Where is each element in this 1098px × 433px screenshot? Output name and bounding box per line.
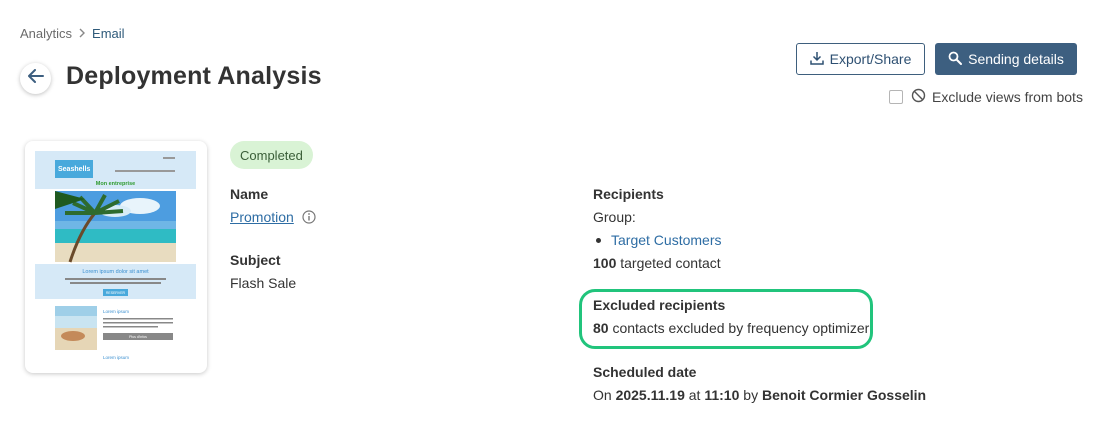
excluded-label: Excluded recipients bbox=[593, 297, 726, 313]
name-value-row: Promotion bbox=[230, 209, 316, 227]
thumb-brand: Seashells bbox=[58, 166, 90, 173]
scheduled-at: at bbox=[688, 387, 701, 403]
sending-details-button[interactable]: Sending details bbox=[935, 43, 1077, 75]
breadcrumb: Analytics Email bbox=[20, 26, 125, 41]
list-item: Target Customers bbox=[596, 232, 721, 248]
exclude-bots-label: Exclude views from bots bbox=[932, 89, 1083, 105]
excluded-count-row: 80 contacts excluded by frequency optimi… bbox=[593, 320, 869, 336]
group-link-target-customers[interactable]: Target Customers bbox=[611, 232, 721, 248]
subject-value: Flash Sale bbox=[230, 275, 297, 291]
thumb-more-button: Plus d'infos bbox=[129, 335, 147, 339]
recipients-count: 100 bbox=[593, 255, 617, 271]
scheduled-time: 11:10 bbox=[704, 387, 740, 403]
thumb-article-title: Lorem ipsum bbox=[103, 309, 129, 314]
arrow-left-icon bbox=[27, 69, 44, 88]
campaign-name-link[interactable]: Promotion bbox=[230, 209, 294, 225]
scheduled-prefix: On bbox=[593, 387, 612, 403]
page-title: Deployment Analysis bbox=[66, 62, 322, 90]
recipients-count-row: 100 targeted contact bbox=[593, 255, 721, 271]
download-icon bbox=[809, 51, 824, 68]
thumb-footer-title: Lorem ipsum bbox=[103, 355, 129, 360]
scheduled-date: 2025.11.19 bbox=[615, 387, 685, 403]
thumb-button: RESERVER bbox=[106, 291, 126, 295]
exclude-bots-row: Exclude views from bots bbox=[889, 88, 1083, 106]
breadcrumb-email[interactable]: Email bbox=[92, 26, 125, 41]
info-icon[interactable] bbox=[302, 210, 316, 227]
recipients-group-label: Group: bbox=[593, 209, 636, 225]
recipients-label: Recipients bbox=[593, 186, 664, 202]
export-share-label: Export/Share bbox=[829, 51, 912, 67]
chevron-right-icon bbox=[78, 27, 86, 41]
block-icon bbox=[911, 88, 926, 106]
sending-details-label: Sending details bbox=[968, 51, 1064, 67]
search-icon bbox=[948, 51, 963, 68]
thumb-heading: Mon entreprise bbox=[96, 181, 135, 187]
thumb-lorem-heading: Lorem ipsum dolor sit amet bbox=[82, 269, 149, 275]
name-label: Name bbox=[230, 186, 269, 202]
exclude-bots-checkbox[interactable] bbox=[889, 90, 903, 104]
excluded-count: 80 bbox=[593, 320, 609, 336]
scheduled-label: Scheduled date bbox=[593, 364, 697, 380]
email-preview-card[interactable]: Seashells Mon entreprise Lorem ipsum dol… bbox=[25, 141, 207, 373]
scheduled-value-row: On 2025.11.19 at 11:10 by Benoit Cormier… bbox=[593, 387, 926, 403]
subject-label: Subject bbox=[230, 252, 281, 268]
export-share-button[interactable]: Export/Share bbox=[796, 43, 925, 75]
email-preview-thumbnail: Seashells Mon entreprise Lorem ipsum dol… bbox=[35, 151, 196, 363]
scheduled-author: Benoit Cormier Gosselin bbox=[761, 387, 927, 403]
back-button[interactable] bbox=[20, 63, 51, 94]
excluded-suffix: contacts excluded by frequency optimizer bbox=[612, 320, 870, 336]
bullet bbox=[596, 237, 601, 243]
status-badge: Completed bbox=[230, 141, 313, 169]
scheduled-by: by bbox=[743, 387, 759, 403]
recipients-count-suffix: targeted contact bbox=[620, 255, 721, 271]
breadcrumb-analytics[interactable]: Analytics bbox=[20, 26, 72, 41]
